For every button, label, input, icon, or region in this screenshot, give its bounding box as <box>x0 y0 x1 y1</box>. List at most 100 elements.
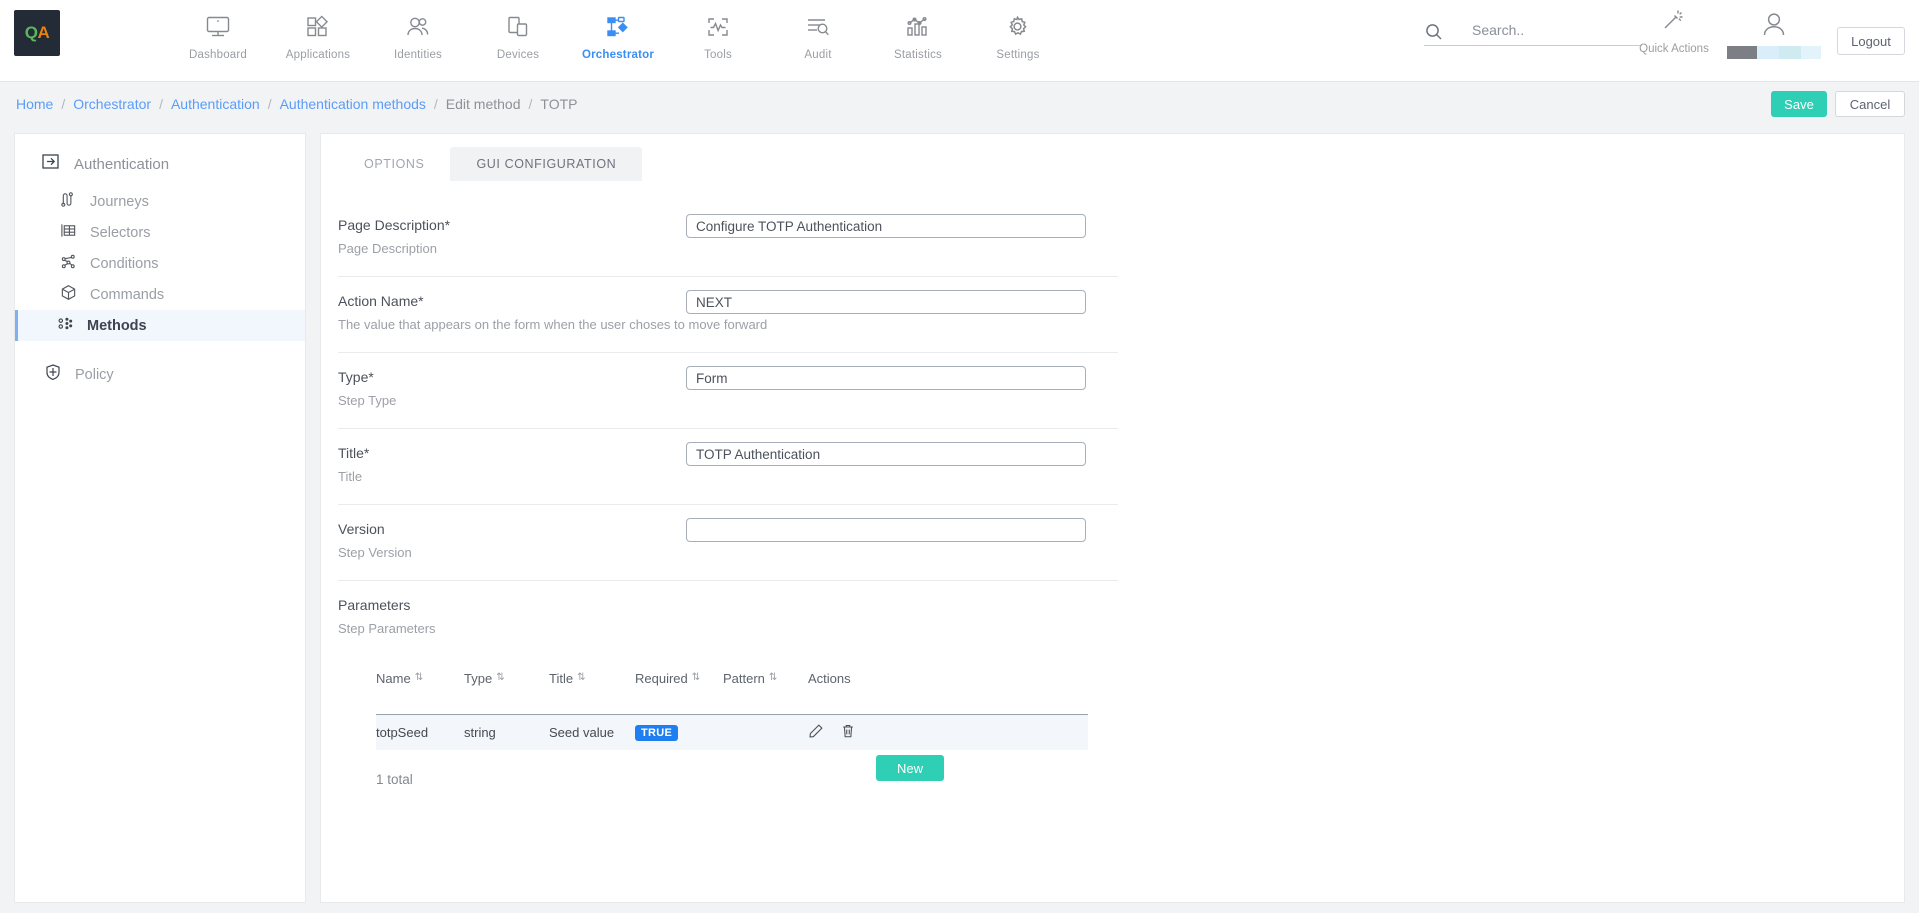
cell-name: totpSeed <box>376 725 464 740</box>
breadcrumb: Home / Orchestrator / Authentication / A… <box>16 96 577 112</box>
sidebar-item-journeys[interactable]: Journeys <box>15 186 305 217</box>
title-input[interactable]: TOTP Authentication <box>686 442 1086 466</box>
cancel-button[interactable]: Cancel <box>1835 91 1905 117</box>
field-hint: The value that appears on the form when … <box>338 317 1118 332</box>
app-root: QA Dashboard <box>0 0 1919 913</box>
tab-options[interactable]: OPTIONS <box>338 147 450 181</box>
top-nav-items: Dashboard Applications <box>168 6 1068 61</box>
search-placeholder: Search.. <box>1472 22 1524 38</box>
tools-pulse-icon <box>705 12 731 42</box>
parameters-table: Name ⇅ Type ⇅ Title ⇅ Required <box>376 662 1088 750</box>
breadcrumb-item-orchestrator[interactable]: Orchestrator <box>73 96 151 112</box>
nav-label-audit: Audit <box>804 49 831 61</box>
nav-item-statistics[interactable]: Statistics <box>868 6 968 61</box>
apps-grid-icon <box>305 12 331 42</box>
nav-item-settings[interactable]: Settings <box>968 6 1068 61</box>
form-row-action-name: Action Name* The value that appears on t… <box>338 277 1118 353</box>
breadcrumb-item-authentication[interactable]: Authentication <box>171 96 260 112</box>
sidebar-item-conditions[interactable]: Conditions <box>15 248 305 279</box>
table-total-count: 1 total <box>376 772 1118 787</box>
logo-letter-a: A <box>37 23 49 43</box>
sidebar-header-authentication[interactable]: Authentication <box>15 142 305 186</box>
methods-dots-icon <box>57 315 74 337</box>
nav-label-statistics: Statistics <box>894 49 942 61</box>
breadcrumb-item-totp: TOTP <box>540 96 577 112</box>
column-label: Title <box>549 671 573 686</box>
nav-item-orchestrator[interactable]: Orchestrator <box>568 6 668 61</box>
orchestrator-flow-icon <box>605 12 631 42</box>
sidebar-header-label: Authentication <box>74 156 169 173</box>
sidebar-item-label: Journeys <box>90 194 149 210</box>
cell-type: string <box>464 725 549 740</box>
page-description-input[interactable]: Configure TOTP Authentication <box>686 214 1086 238</box>
nav-label-settings: Settings <box>996 49 1039 61</box>
field-hint: Title <box>338 469 1118 484</box>
quick-actions-button[interactable]: Quick Actions <box>1631 8 1717 55</box>
sidebar-item-methods[interactable]: Methods <box>15 310 305 341</box>
tab-bar: OPTIONS GUI CONFIGURATION <box>338 147 642 181</box>
nav-item-applications[interactable]: Applications <box>268 6 368 61</box>
nav-label-identities: Identities <box>394 49 442 61</box>
column-header-title[interactable]: Title ⇅ <box>549 671 635 686</box>
sidebar-item-commands[interactable]: Commands <box>15 279 305 310</box>
sidebar-item-selectors[interactable]: Selectors <box>15 217 305 248</box>
sort-arrows-icon: ⇅ <box>577 673 585 683</box>
parameters-label: Parameters <box>338 597 1118 613</box>
breadcrumb-separator: / <box>159 96 163 112</box>
breadcrumb-item-authentication-methods[interactable]: Authentication methods <box>280 96 426 112</box>
quick-actions-label: Quick Actions <box>1639 43 1709 55</box>
selectors-table-icon <box>60 222 77 244</box>
delete-trash-icon[interactable] <box>840 723 856 742</box>
journeys-icon <box>60 191 77 213</box>
column-header-name[interactable]: Name ⇅ <box>376 671 464 686</box>
sort-arrows-icon: ⇅ <box>415 673 423 683</box>
save-button[interactable]: Save <box>1771 91 1827 117</box>
nav-label-dashboard: Dashboard <box>189 49 247 61</box>
sidebar-divider-gap <box>15 341 305 359</box>
column-label: Required <box>635 671 688 686</box>
field-hint: Page Description <box>338 241 1118 256</box>
logo-letter-q: Q <box>25 23 38 43</box>
nav-label-orchestrator: Orchestrator <box>582 49 654 61</box>
new-parameter-button[interactable]: New <box>876 755 944 781</box>
column-header-pattern[interactable]: Pattern ⇅ <box>723 671 808 686</box>
monitor-icon <box>205 12 231 42</box>
table-header-row: Name ⇅ Type ⇅ Title ⇅ Required <box>376 662 1088 694</box>
nav-item-dashboard[interactable]: Dashboard <box>168 6 268 61</box>
field-hint: Step Version <box>338 545 1118 560</box>
gear-icon <box>1005 12 1031 42</box>
nav-item-identities[interactable]: Identities <box>368 6 468 61</box>
nav-item-devices[interactable]: Devices <box>468 6 568 61</box>
status-badge: TRUE <box>635 725 678 741</box>
commands-cube-icon <box>60 284 77 306</box>
conditions-graph-icon <box>60 253 77 275</box>
logout-button[interactable]: Logout <box>1837 27 1905 55</box>
type-input[interactable]: Form <box>686 366 1086 390</box>
sidebar-item-label: Methods <box>87 318 147 334</box>
main-panel: OPTIONS GUI CONFIGURATION Page Descripti… <box>320 133 1905 903</box>
table-row[interactable]: totpSeed string Seed value TRUE <box>376 714 1088 750</box>
nav-item-audit[interactable]: Audit <box>768 6 868 61</box>
version-input[interactable] <box>686 518 1086 542</box>
form-row-type: Type* Step Type Form <box>338 353 1118 429</box>
column-header-required[interactable]: Required ⇅ <box>635 671 723 686</box>
column-label: Type <box>464 671 492 686</box>
statistics-chart-icon <box>905 12 931 42</box>
sort-arrows-icon: ⇅ <box>769 673 777 683</box>
breadcrumb-item-home[interactable]: Home <box>16 96 53 112</box>
breadcrumb-item-edit-method: Edit method <box>446 96 521 112</box>
sidebar-item-policy[interactable]: Policy <box>15 359 305 390</box>
search-box[interactable]: Search.. <box>1424 22 1642 46</box>
edit-pencil-icon[interactable] <box>808 723 824 742</box>
brand-logo[interactable]: QA <box>14 10 60 56</box>
field-hint: Step Type <box>338 393 1118 408</box>
cell-actions <box>808 723 928 742</box>
nav-item-tools[interactable]: Tools <box>668 6 768 61</box>
cell-required: TRUE <box>635 725 723 741</box>
column-header-type[interactable]: Type ⇅ <box>464 671 549 686</box>
user-account-widget[interactable] <box>1727 8 1821 59</box>
action-name-input[interactable]: NEXT <box>686 290 1086 314</box>
policy-shield-icon <box>44 363 62 386</box>
tab-gui-configuration[interactable]: GUI CONFIGURATION <box>450 147 642 181</box>
form-row-parameters: Parameters Step Parameters Name ⇅ Type ⇅ <box>338 581 1118 787</box>
